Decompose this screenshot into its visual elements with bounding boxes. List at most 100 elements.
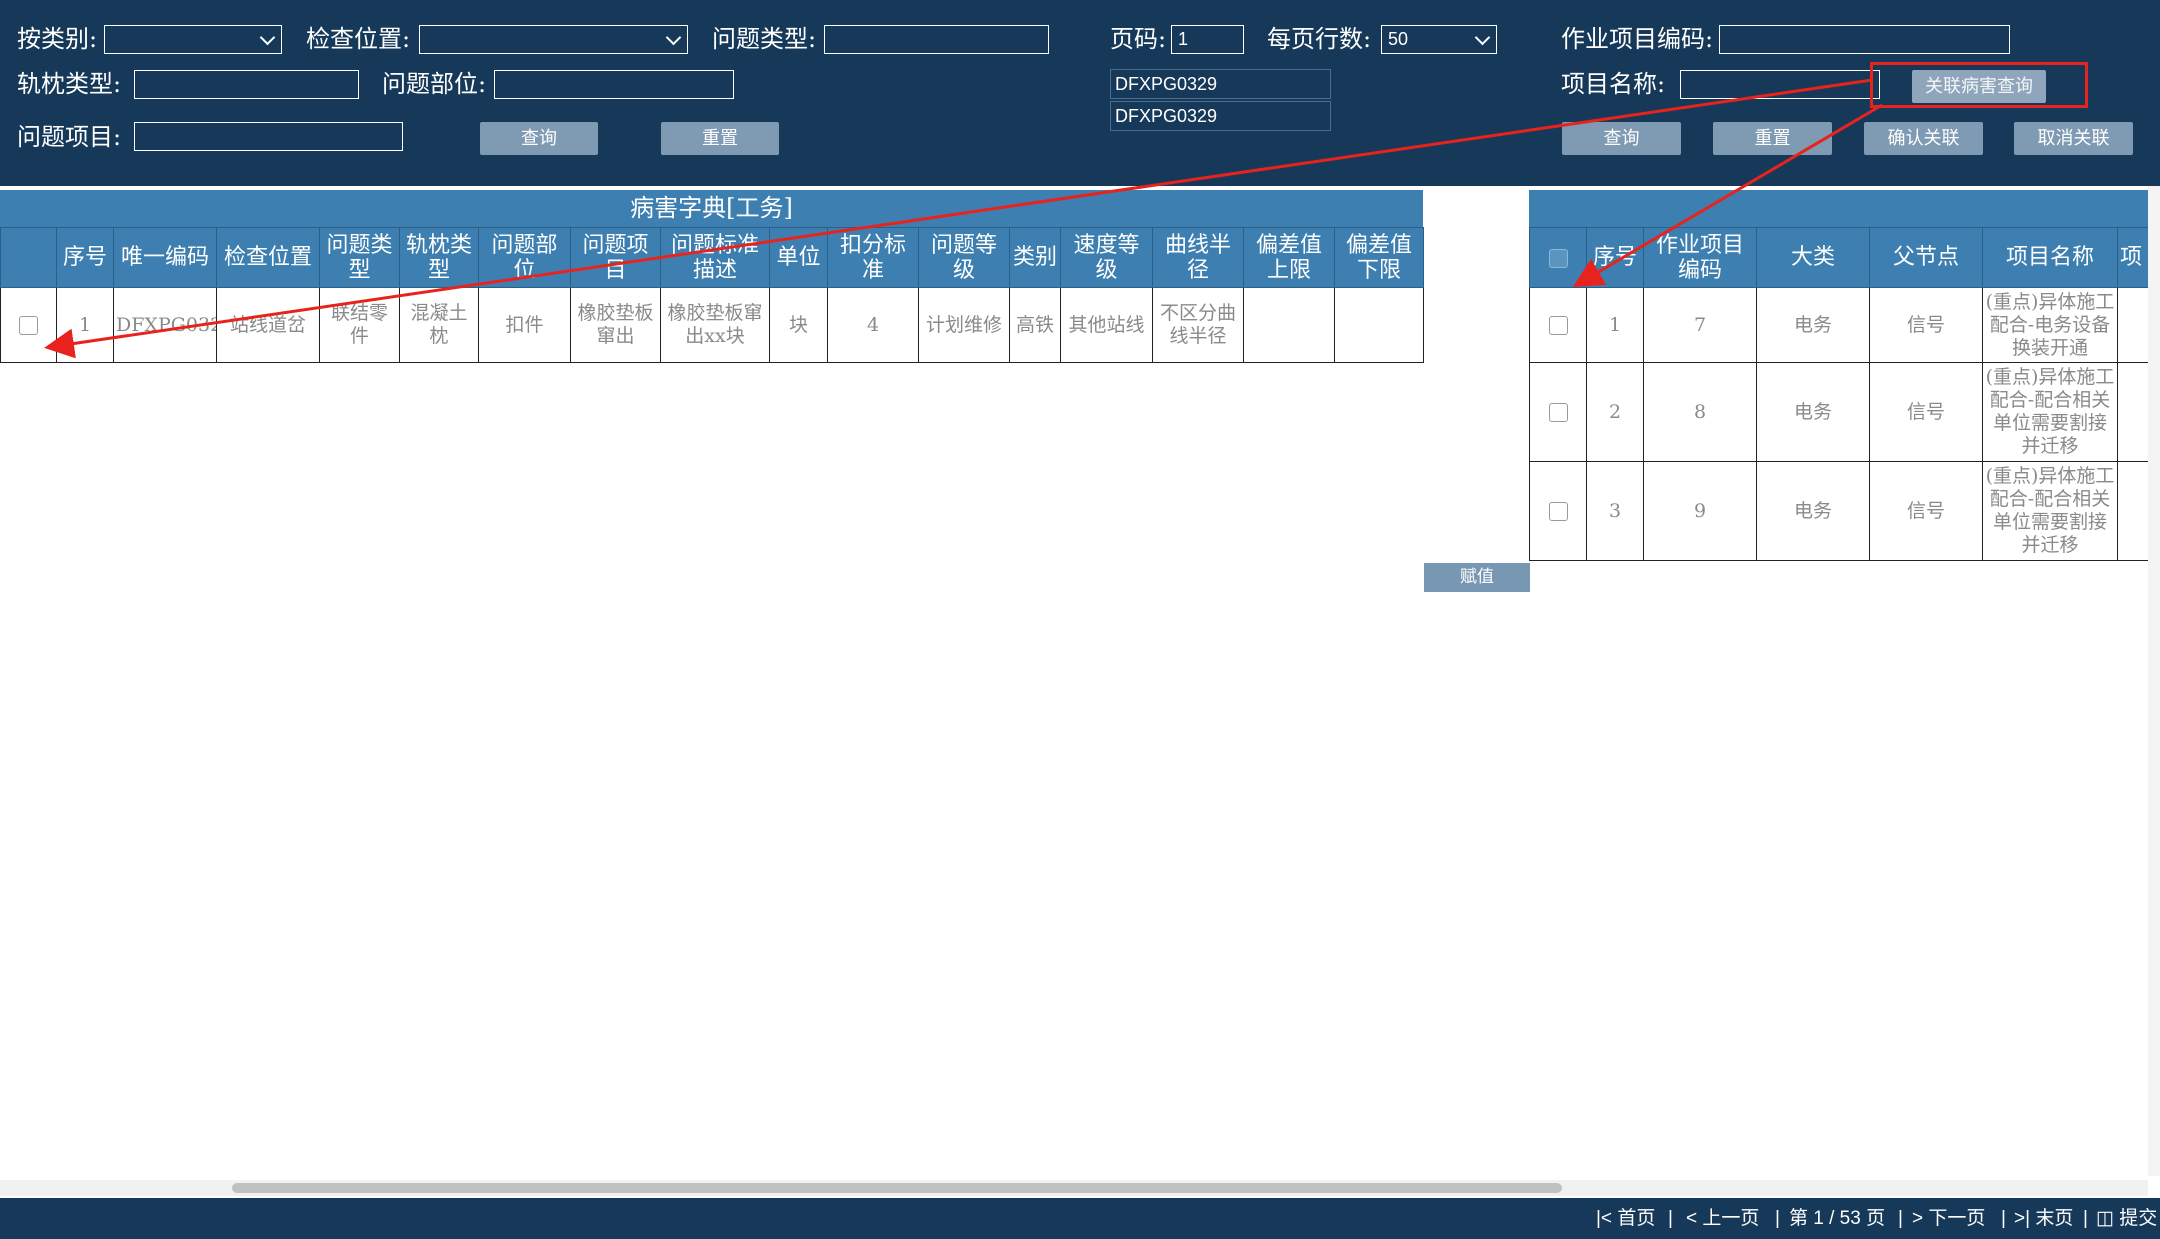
cell-parent-node: 信号: [1869, 362, 1983, 462]
pager-divider: |: [1898, 1208, 1903, 1229]
right-table-title-bar: [1529, 190, 2160, 227]
cell-project-name: (重点)异体施工配合-配合相关单位需要割接并迁移: [1982, 461, 2118, 561]
cell-inspect-position: 站线道岔: [216, 287, 320, 363]
row-checkbox[interactable]: [19, 316, 38, 335]
cancel-link-button[interactable]: 取消关联: [2014, 122, 2133, 155]
cell-major-category: 电务: [1756, 287, 1870, 363]
selected-code-1: DFXPG0329: [1110, 69, 1331, 99]
header-select-all[interactable]: [1529, 227, 1587, 288]
sleeper-type-field[interactable]: [134, 70, 359, 99]
header-sleeper-type: 轨枕类型: [399, 227, 479, 288]
horizontal-scrollbar[interactable]: [0, 1180, 2148, 1196]
table-row[interactable]: 1 DFXPG0329 站线道岔 联结零件 混凝土枕 扣件 橡胶垫板窜出 橡胶垫…: [0, 287, 1424, 363]
left-query-button[interactable]: 查询: [480, 122, 598, 155]
problem-type-input[interactable]: [825, 26, 1048, 53]
header-seq: 序号: [1586, 227, 1644, 288]
cell-deviation-lower: [1334, 287, 1424, 363]
inspect-position-select[interactable]: [419, 25, 688, 54]
select-all-checkbox[interactable]: [1548, 248, 1568, 268]
rows-per-page-select[interactable]: 50: [1381, 25, 1497, 54]
left-table-title: 病害字典[工务]: [0, 190, 1423, 227]
work-code-label: 作业项目编码:: [1561, 25, 1714, 53]
pager-divider: |: [2083, 1208, 2088, 1229]
work-item-table: 序号 作业项目编码 大类 父节点 项目名称 项 1 7 电务 信号 (重点)异体…: [1529, 227, 2160, 561]
first-page-button[interactable]: |< 首页: [1596, 1208, 1655, 1230]
cell-deduction-standard: 4: [827, 287, 919, 363]
submit-button[interactable]: ◫ 提交: [2096, 1208, 2157, 1230]
row-select-cell[interactable]: [1529, 461, 1587, 561]
page-field[interactable]: [1171, 25, 1244, 54]
rows-per-page-label: 每页行数:: [1267, 25, 1372, 53]
chevron-down-icon: [665, 29, 682, 46]
table-row[interactable]: 3 9 电务 信号 (重点)异体施工配合-配合相关单位需要割接并迁移: [1529, 461, 2160, 561]
header-deviation-upper: 偏差值上限: [1243, 227, 1335, 288]
cell-problem-level: 计划维修: [918, 287, 1010, 363]
inspect-position-label: 检查位置:: [306, 25, 411, 53]
first-page-icon: |<: [1596, 1208, 1618, 1229]
cell-problem-type: 联结零件: [319, 287, 400, 363]
header-major-category: 大类: [1756, 227, 1870, 288]
cell-curve-radius: 不区分曲线半径: [1152, 287, 1244, 363]
row-select-cell[interactable]: [0, 287, 57, 363]
sleeper-type-input[interactable]: [135, 71, 358, 98]
row-checkbox[interactable]: [1548, 502, 1568, 521]
table-row[interactable]: 1 7 电务 信号 (重点)异体施工配合-电务设备换装开通: [1529, 287, 2160, 363]
category-select[interactable]: [104, 25, 282, 54]
header-seq: 序号: [56, 227, 114, 288]
problem-item-field[interactable]: [134, 122, 403, 151]
last-page-button[interactable]: >| 末页: [2014, 1208, 2073, 1230]
project-name-input[interactable]: [1681, 71, 1879, 98]
right-reset-button[interactable]: 重置: [1713, 122, 1832, 155]
header-speed-level: 速度等级: [1060, 227, 1153, 288]
assign-button[interactable]: 赋值: [1424, 563, 1530, 592]
header-parent-node: 父节点: [1869, 227, 1983, 288]
cell-work-item-code: 8: [1643, 362, 1757, 462]
sleeper-type-label: 轨枕类型:: [17, 70, 122, 98]
header-curve-radius: 曲线半径: [1152, 227, 1244, 288]
project-name-field[interactable]: [1680, 70, 1880, 99]
header-deviation-lower: 偏差值下限: [1334, 227, 1424, 288]
vertical-scrollbar[interactable]: [2148, 186, 2160, 1176]
table-row[interactable]: 2 8 电务 信号 (重点)异体施工配合-配合相关单位需要割接并迁移: [1529, 362, 2160, 462]
row-checkbox[interactable]: [1548, 403, 1568, 422]
last-page-icon: >|: [2014, 1208, 2036, 1229]
cell-parent-node: 信号: [1869, 461, 1983, 561]
problem-item-input[interactable]: [135, 123, 402, 150]
chevron-left-icon: <: [1686, 1208, 1703, 1229]
confirm-link-button[interactable]: 确认关联: [1864, 122, 1983, 155]
filter-bar: 按类别: 检查位置: 问题类型: 轨枕类型: 问题部位: 问题项目: 查询 重置…: [0, 0, 2160, 186]
cell-speed-level: 其他站线: [1060, 287, 1153, 363]
problem-type-label: 问题类型:: [712, 25, 817, 53]
problem-part-input[interactable]: [495, 71, 733, 98]
header-category: 类别: [1009, 227, 1061, 288]
left-reset-button[interactable]: 重置: [661, 122, 779, 155]
save-icon: ◫: [2096, 1208, 2120, 1229]
prev-page-button[interactable]: < 上一页: [1686, 1208, 1759, 1230]
annotation-highlight-box: [1870, 62, 2088, 108]
next-page-button[interactable]: > 下一页: [1912, 1208, 1985, 1230]
header-project-name: 项目名称: [1982, 227, 2118, 288]
work-code-field[interactable]: [1719, 25, 2010, 54]
header-unit: 单位: [769, 227, 828, 288]
cell-deviation-upper: [1243, 287, 1335, 363]
header-work-item-code: 作业项目编码: [1643, 227, 1757, 288]
work-code-input[interactable]: [1720, 26, 2009, 53]
cell-work-item-code: 7: [1643, 287, 1757, 363]
row-checkbox[interactable]: [1548, 316, 1568, 335]
problem-type-field[interactable]: [824, 25, 1049, 54]
header-deduction-standard: 扣分标准: [827, 227, 919, 288]
header-problem-level: 问题等级: [918, 227, 1010, 288]
cell-project-name: (重点)异体施工配合-配合相关单位需要割接并迁移: [1982, 362, 2118, 462]
cell-major-category: 电务: [1756, 461, 1870, 561]
cell-seq: 2: [1586, 362, 1644, 462]
right-query-button[interactable]: 查询: [1562, 122, 1681, 155]
cell-parent-node: 信号: [1869, 287, 1983, 363]
cell-major-category: 电务: [1756, 362, 1870, 462]
pager-divider: |: [1775, 1208, 1780, 1229]
cell-category: 高铁: [1009, 287, 1061, 363]
row-select-cell[interactable]: [1529, 287, 1587, 363]
horizontal-scrollbar-thumb[interactable]: [232, 1183, 1562, 1193]
row-select-cell[interactable]: [1529, 362, 1587, 462]
problem-part-field[interactable]: [494, 70, 734, 99]
page-input[interactable]: [1172, 26, 1243, 53]
